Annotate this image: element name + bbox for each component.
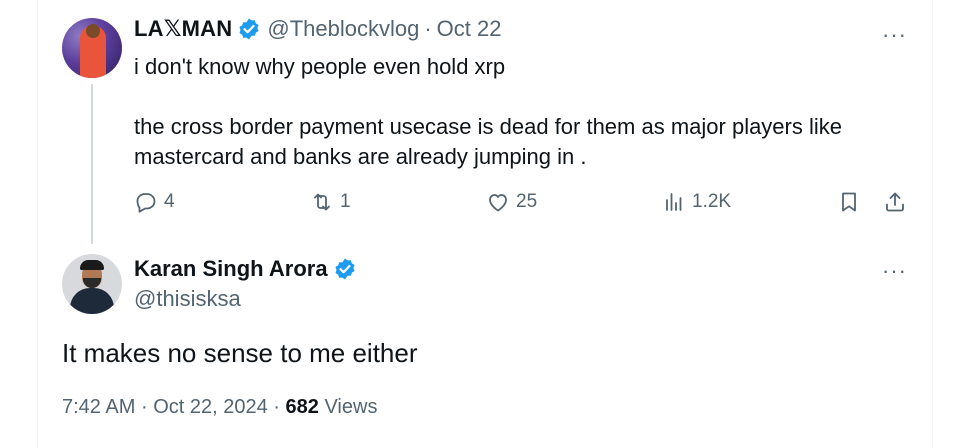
- tweet-date[interactable]: Oct 22, 2024: [153, 396, 268, 418]
- thread-connector-line: [91, 84, 93, 244]
- parent-avatar[interactable]: [62, 18, 122, 78]
- main-display-name[interactable]: Karan Singh Arora: [134, 256, 328, 282]
- avatar-body: [70, 288, 114, 314]
- repost-count: 1: [340, 191, 351, 212]
- share-button[interactable]: [883, 190, 907, 214]
- repost-button[interactable]: 1: [310, 190, 351, 214]
- separator-dot: ·: [140, 396, 148, 418]
- bookmark-icon: [842, 192, 856, 212]
- verified-badge-icon: [335, 258, 355, 280]
- reply-icon: [136, 193, 156, 213]
- tweet-meta: 7:42 AM · Oct 22, 2024 · 682 Views: [62, 396, 377, 419]
- more-icon[interactable]: ···: [882, 22, 907, 48]
- more-icon[interactable]: ···: [882, 258, 907, 284]
- main-avatar[interactable]: [62, 254, 122, 314]
- bookmark-button[interactable]: [837, 190, 861, 214]
- parent-handle[interactable]: @Theblockvlog: [267, 16, 419, 42]
- separator-dot: ·: [424, 16, 432, 41]
- timeline-border-left: [37, 0, 38, 448]
- parent-date[interactable]: Oct 22: [437, 16, 502, 42]
- reply-count: 4: [164, 191, 175, 212]
- views-count: 1.2K: [692, 191, 732, 212]
- repost-icon: [314, 193, 330, 211]
- views-label: Views: [324, 396, 378, 418]
- main-tweet-text: It makes no sense to me either: [62, 338, 418, 368]
- verified-badge-icon: [239, 18, 259, 40]
- parent-action-bar: 4 1 25 1.2K: [134, 190, 914, 220]
- like-button[interactable]: 25: [486, 190, 537, 214]
- parent-display-name[interactable]: LA𝕏MAN: [134, 16, 232, 42]
- tweet-time[interactable]: 7:42 AM: [62, 396, 135, 418]
- like-count: 25: [516, 191, 538, 212]
- views-button[interactable]: 1.2K: [662, 190, 731, 214]
- separator-dot: ·: [273, 396, 280, 418]
- main-tweet-name-row: Karan Singh Arora: [134, 256, 363, 282]
- like-icon: [489, 194, 507, 212]
- parent-tweet-text: i don't know why people even hold xrp th…: [134, 54, 842, 169]
- views-count: 682: [285, 396, 319, 418]
- parent-tweet-header: LA𝕏MAN @Theblockvlog · Oct 22: [134, 16, 501, 42]
- avatar-hair: [80, 260, 104, 270]
- views-icon: [666, 193, 682, 211]
- reply-button[interactable]: 4: [134, 190, 175, 214]
- main-handle[interactable]: @thisisksa: [134, 286, 241, 312]
- timeline-border-right: [932, 0, 933, 448]
- avatar-head: [86, 24, 100, 38]
- share-icon: [886, 192, 904, 212]
